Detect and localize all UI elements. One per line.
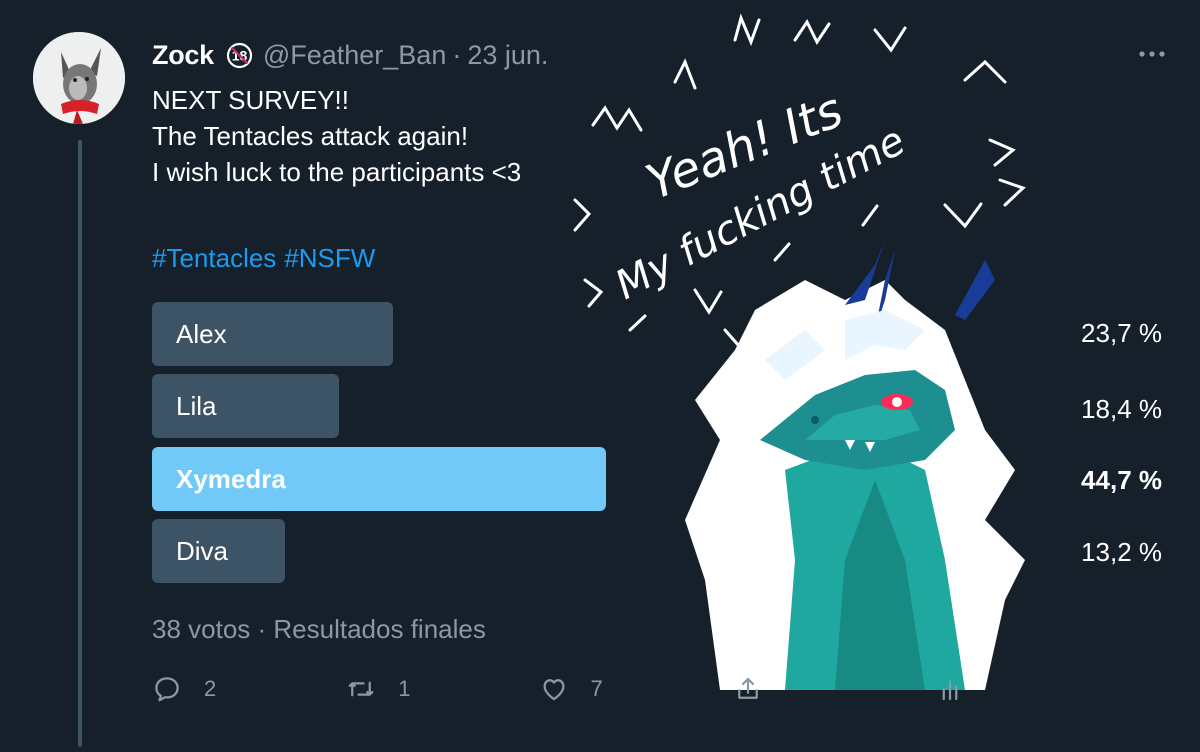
dragon-sticker: Yeah! Its My fucking time	[545, 0, 1065, 747]
thread-line	[78, 140, 82, 747]
more-options-icon[interactable]	[1138, 44, 1166, 58]
handle[interactable]: @Feather_Ban	[263, 40, 447, 71]
poll-option-label: Lila	[176, 391, 217, 421]
like-count: 7	[590, 676, 603, 701]
poll-option-label: Xymedra	[176, 464, 286, 494]
poll-option-percent: 44,7 %	[1081, 465, 1162, 495]
analytics-button[interactable]	[935, 674, 965, 704]
tweet-actions: 2 1 7	[152, 674, 965, 704]
reply-count: 2	[204, 676, 217, 701]
hashtag-link[interactable]: #Tentacles	[152, 243, 276, 273]
heart-icon	[543, 679, 564, 701]
share-icon	[737, 677, 758, 699]
hashtag-link[interactable]: #NSFW	[284, 243, 375, 273]
header-separator: ·	[452, 39, 462, 70]
retweet-button[interactable]: 1	[346, 674, 411, 704]
retweet-count: 1	[398, 676, 411, 701]
like-button[interactable]: 7	[539, 674, 603, 704]
tweet-date[interactable]: 23 jun.	[467, 40, 548, 71]
age-restriction-icon: 18	[226, 42, 253, 69]
tweet-header: Zock 18 @Feather_Ban · 23 jun.	[152, 38, 548, 72]
tweet-text: NEXT SURVEY!! The Tentacles attack again…	[152, 85, 522, 187]
poll-option-percent: 23,7 %	[1081, 318, 1162, 348]
analytics-icon	[942, 680, 958, 701]
poll-meta: 38 votos · Resultados finales	[152, 614, 486, 644]
reply-icon	[155, 677, 179, 702]
avatar[interactable]	[33, 32, 125, 124]
dragon-illustration: Yeah! Its My fucking time	[573, 13, 1026, 690]
poll-option-percent: 13,2 %	[1081, 537, 1162, 567]
hashtags: #Tentacles #NSFW	[152, 243, 383, 274]
avatar-image	[33, 32, 125, 124]
poll-option-label: Diva	[176, 536, 229, 566]
retweet-icon	[348, 681, 374, 697]
poll-option-label: Alex	[176, 319, 227, 349]
poll-option-percent: 18,4 %	[1081, 394, 1162, 424]
share-button[interactable]	[733, 674, 763, 704]
display-name[interactable]: Zock	[152, 40, 214, 71]
reply-button[interactable]: 2	[152, 674, 216, 704]
